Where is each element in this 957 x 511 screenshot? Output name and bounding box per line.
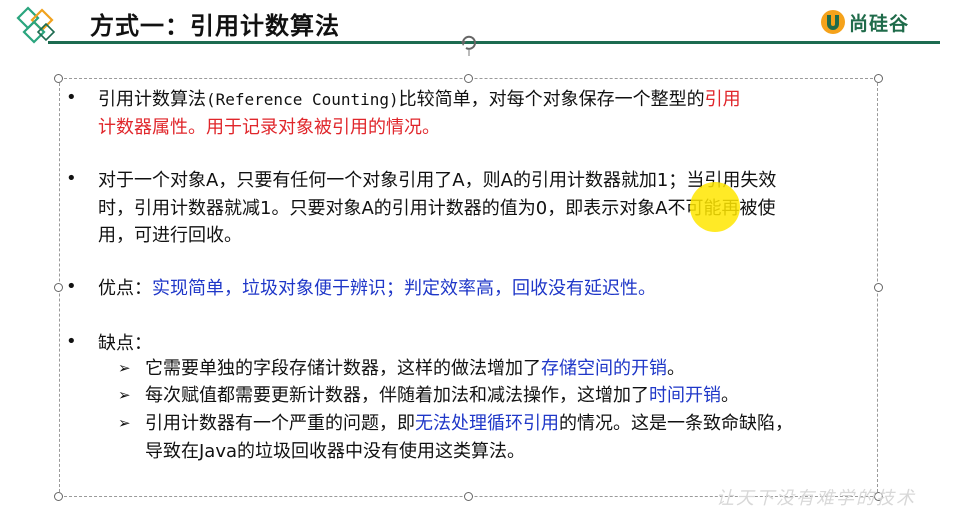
- slide-title: 方式一：引用计数算法: [90, 12, 340, 40]
- text-line: 对于一个对象A，只要有任何一个对象引用了A，则A的引用计数器就加1；当引用失效: [98, 170, 777, 191]
- list-item[interactable]: 它需要单独的字段存储计数器，这样的做法增加了存储空间的开销。: [145, 355, 885, 383]
- text: 引用计数器有一个严重的问题，即: [145, 413, 415, 434]
- highlight-blue-text: 时间开销: [649, 385, 721, 406]
- cursor-highlight: [690, 182, 740, 232]
- header-divider: [48, 41, 940, 44]
- resize-handle-bottom-center[interactable]: [464, 492, 473, 501]
- highlight-blue-text: 存储空间的开销: [541, 358, 667, 379]
- code-text: (Reference Counting): [206, 90, 399, 109]
- text: 每次赋值都需要更新计数器，伴随着加法和减法操作，这增加了: [145, 385, 649, 406]
- text: 它需要单独的字段存储计数器，这样的做法增加了: [145, 358, 541, 379]
- resize-handle-middle-left[interactable]: [54, 283, 63, 292]
- brand-u-icon: [821, 10, 845, 34]
- arrow-bullet-icon: ➢: [118, 386, 131, 404]
- list-item[interactable]: 每次赋值都需要更新计数器，伴随着加法和减法操作，这增加了时间开销。: [145, 382, 885, 410]
- watermark-text: 让天下没有难学的技术: [716, 488, 916, 509]
- diamond-logo-icon: [16, 6, 56, 44]
- highlight-blue-text: 实现简单，垃圾对象便于辨识；判定效率高，回收没有延迟性。: [152, 278, 656, 299]
- arrow-bullet-icon: ➢: [118, 359, 131, 377]
- list-item[interactable]: 引用计数器有一个严重的问题，即无法处理循环引用的情况。这是一条致命缺陷， 导致在…: [145, 410, 885, 465]
- highlight-red-text: 计数器属性。用于记录对象被引用的情况。: [98, 116, 440, 138]
- highlight-blue-text: 无法处理循环引用: [415, 413, 559, 434]
- resize-handle-bottom-left[interactable]: [54, 492, 63, 501]
- label-text: 缺点：: [98, 333, 152, 354]
- text: 。: [667, 358, 685, 379]
- bullet: •: [66, 87, 77, 108]
- text-line: 导致在Java的垃圾回收器中没有使用这类算法。: [145, 440, 526, 462]
- label-text: 优点：: [98, 278, 152, 299]
- paragraph-disadvantages-label[interactable]: 缺点：: [98, 330, 878, 358]
- bullet: •: [66, 276, 77, 297]
- text: 引用计数算法: [98, 89, 206, 110]
- paragraph-advantages[interactable]: 优点：实现简单，垃圾对象便于辨识；判定效率高，回收没有延迟性。: [98, 275, 878, 303]
- text: 的情况。这是一条致命缺陷，: [559, 413, 793, 434]
- bullet: •: [66, 331, 77, 352]
- highlight-red-text: 引用: [704, 89, 741, 110]
- arrow-bullet-icon: ➢: [118, 414, 131, 432]
- bullet: •: [66, 168, 77, 189]
- resize-handle-top-center[interactable]: [464, 74, 473, 83]
- paragraph-counter-rule[interactable]: 对于一个对象A，只要有任何一个对象引用了A，则A的引用计数器就加1；当引用失效 …: [98, 167, 878, 250]
- text-line: 时，引用计数器就减1。只要对象A的引用计数器的值为0，即表示对象A不可能再被使: [98, 197, 776, 219]
- resize-handle-top-left[interactable]: [54, 74, 63, 83]
- brand-name: 尚硅谷: [849, 12, 910, 35]
- text: 比较简单，对每个对象保存一个整型的: [398, 89, 705, 110]
- brand-logo: 尚硅谷: [820, 8, 909, 36]
- paragraph-reference-counting[interactable]: 引用计数算法(Reference Counting)比较简单，对每个对象保存一个…: [98, 86, 878, 141]
- text: 。: [721, 385, 739, 406]
- rotate-handle-icon[interactable]: [458, 34, 480, 56]
- resize-handle-top-right[interactable]: [874, 74, 883, 83]
- text-line: 用，可进行回收。: [98, 225, 242, 246]
